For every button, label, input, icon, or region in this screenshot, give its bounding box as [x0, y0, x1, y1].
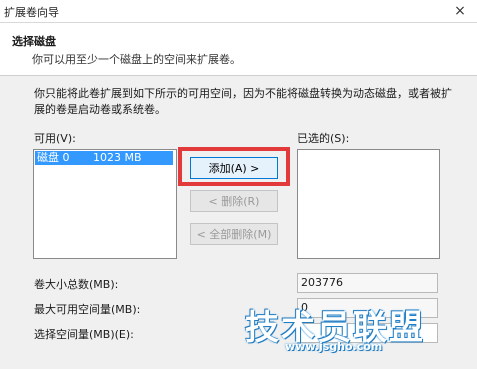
available-listbox[interactable]: 磁盘 0 1023 MB	[33, 149, 177, 259]
selected-listbox[interactable]	[297, 149, 440, 259]
list-item[interactable]: 磁盘 0 1023 MB	[35, 151, 173, 165]
window-title: 扩展卷向导	[4, 6, 59, 19]
watermark: 技术员联盟 www.jsgho.com	[245, 300, 425, 353]
add-button[interactable]: 添加(A) >	[190, 157, 278, 179]
total-size-value: 203776	[297, 273, 438, 293]
disk-size: 1023 MB	[93, 151, 142, 164]
header-subtitle: 你可以用至少一个磁盘上的空间来扩展卷。	[32, 53, 241, 66]
select-space-label: 选择空间量(MB)(E):	[34, 328, 134, 341]
selected-label: 已选的(S):	[297, 132, 350, 145]
total-size-label: 卷大小总数(MB):	[34, 278, 119, 291]
max-space-label: 最大可用空间量(MB):	[34, 303, 141, 316]
wizard-header: 选择磁盘 你可以用至少一个磁盘上的空间来扩展卷。	[0, 23, 477, 76]
header-title: 选择磁盘	[12, 35, 56, 48]
remove-button[interactable]: < 删除(R)	[190, 190, 278, 212]
title-bar: 扩展卷向导 ×	[0, 0, 477, 23]
description-text: 你只能将此卷扩展到如下所示的可用空间，因为不能将磁盘转换为动态磁盘，或者被扩展的…	[34, 87, 452, 116]
watermark-url: www.jsgho.com	[285, 340, 383, 353]
remove-all-button[interactable]: < 全部删除(M)	[190, 223, 278, 245]
close-icon[interactable]: ×	[443, 0, 477, 22]
available-label: 可用(V):	[34, 132, 76, 145]
disk-name: 磁盘 0	[37, 151, 70, 164]
